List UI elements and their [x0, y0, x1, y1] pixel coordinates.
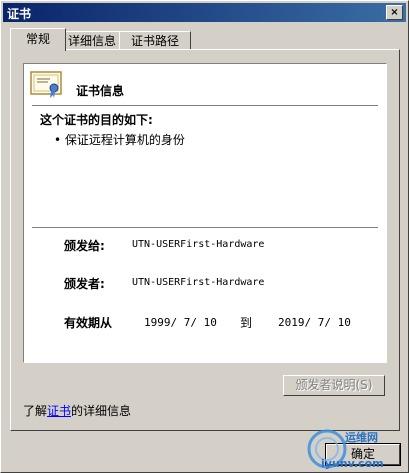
divider [32, 227, 378, 229]
issued-to-label: 颁发给: [64, 239, 105, 253]
tab-general-label: 常规 [25, 32, 50, 46]
learn-more-text: 了解证书的详细信息 [23, 402, 131, 419]
validity-to-label: 到 [240, 316, 253, 330]
watermark-text-cn: 运维网 [345, 431, 378, 444]
valid-from-value: 1999/ 7/ 10 [144, 316, 217, 329]
purpose-heading: 这个证书的目的如下: [40, 113, 153, 127]
tab-cert-path[interactable]: 证书路径 [119, 31, 191, 51]
valid-to-value: 2019/ 7/ 10 [278, 316, 351, 329]
tab-general[interactable]: 常规 [10, 28, 66, 51]
issued-by-label: 颁发者: [64, 277, 105, 291]
learn-more-prefix: 了解 [23, 404, 48, 418]
close-button[interactable]: × [386, 5, 403, 20]
certificate-dialog: 证书 × 常规 详细信息 证书路径 证书信息 这个证书的目的如下: • 保证远程… [0, 0, 409, 473]
tab-details-label: 详细信息 [67, 34, 116, 48]
cert-info-box: 证书信息 这个证书的目的如下: • 保证远程计算机的身份 颁发给: UTN-US… [23, 63, 387, 363]
issued-by-value: UTN-USERFirst-Hardware [132, 277, 265, 288]
learn-more-suffix: 的详细信息 [71, 404, 132, 418]
purpose-item: • 保证远程计算机的身份 [54, 133, 185, 147]
window-title: 证书 [7, 7, 32, 21]
title-bar[interactable]: 证书 × [3, 3, 406, 22]
divider [32, 105, 378, 107]
certificate-link[interactable]: 证书 [47, 404, 71, 418]
tab-details[interactable]: 详细信息 [61, 31, 123, 51]
watermark-text-url: iyunv.com [321, 457, 384, 470]
general-panel: 证书信息 这个证书的目的如下: • 保证远程计算机的身份 颁发给: UTN-US… [10, 49, 400, 431]
issuer-statement-button[interactable]: 颁发者说明(S) [283, 375, 385, 396]
tab-cert-path-label: 证书路径 [130, 34, 179, 48]
certificate-icon [30, 71, 62, 98]
purpose-text: 保证远程计算机的身份 [64, 133, 185, 147]
validity-label: 有效期从 [64, 316, 113, 330]
cert-info-heading: 证书信息 [76, 84, 125, 98]
issued-to-value: UTN-USERFirst-Hardware [132, 239, 265, 250]
